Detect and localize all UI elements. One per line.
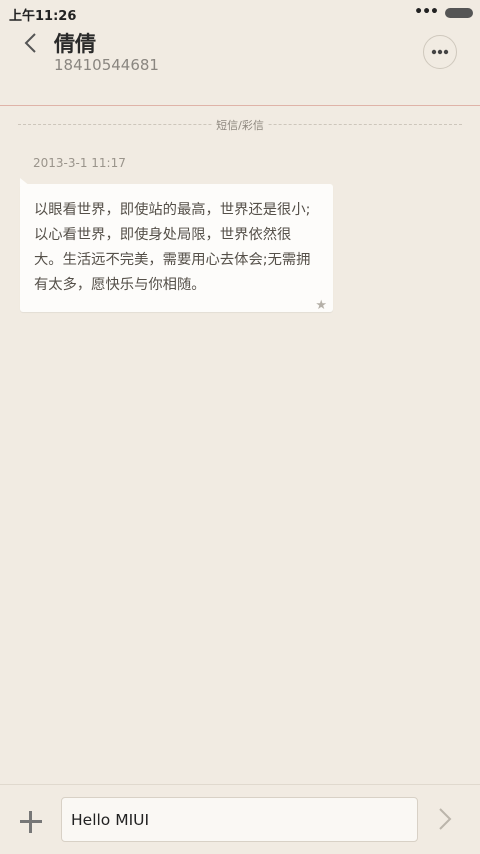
send-chevron-icon (439, 808, 452, 830)
contact-phone-number: 18410544681 (54, 56, 159, 74)
more-options-icon (431, 49, 449, 55)
contact-name: 倩倩 (54, 32, 96, 56)
send-button[interactable] (438, 807, 462, 835)
status-time: 上午11:26 (9, 9, 77, 24)
battery-icon (445, 8, 473, 18)
header-divider (0, 105, 480, 106)
conversation-header: 倩倩 18410544681 (0, 26, 480, 106)
star-icon[interactable]: ★ (315, 298, 327, 313)
message-bubble[interactable]: 以眼看世界，即使站的最高，世界还是很小;以心看世界，即使身处局限，世界依然很大。… (20, 184, 333, 313)
add-attachment-button[interactable] (18, 809, 44, 835)
back-chevron-icon (24, 33, 36, 53)
more-options-button[interactable] (423, 35, 457, 69)
message-input[interactable] (61, 797, 418, 842)
composer-bar (0, 784, 480, 854)
status-bar: 上午11:26 ••• (0, 0, 480, 26)
back-button[interactable] (16, 29, 44, 57)
message-timestamp: 2013-3-1 11:17 (33, 156, 126, 170)
message-text: 以眼看世界，即使站的最高，世界还是很小;以心看世界，即使身处局限，世界依然很大。… (34, 202, 311, 293)
signal-dots-icon: ••• (414, 4, 439, 20)
message-type-label: 短信/彩信 (212, 117, 268, 133)
